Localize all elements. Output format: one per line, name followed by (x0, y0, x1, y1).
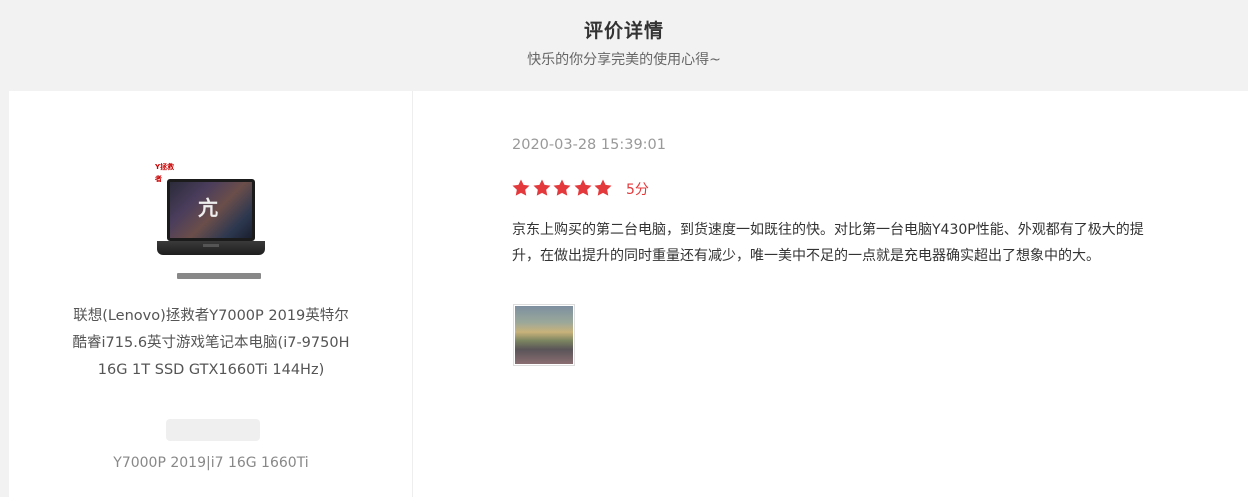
review-date: 2020-03-28 15:39:01 (512, 137, 666, 153)
page-header: 评价详情 快乐的你分享完美的使用心得~ (0, 0, 1248, 91)
product-spec: Y7000P 2019|i7 16G 1660Ti (113, 455, 309, 471)
rating-stars (511, 178, 614, 198)
review-text: 京东上购买的第二台电脑，到货速度一如既往的快。对比第一台电脑Y430P性能、外观… (512, 222, 1144, 264)
review-card: Y拯救者 亢 联想(Lenovo)拯救者Y7000P 2019英特尔酷睿i715… (9, 91, 1248, 497)
laptop-base (157, 241, 265, 255)
product-panel: Y拯救者 亢 联想(Lenovo)拯救者Y7000P 2019英特尔酷睿i715… (9, 91, 413, 497)
review-panel: 2020-03-28 15:39:01 5分 京东上购买的第二台电脑，到货速度一… (414, 91, 1248, 497)
star-icon (533, 179, 550, 196)
review-photo-image (515, 306, 573, 364)
product-name-link[interactable]: 联想(Lenovo)拯救者Y7000P 2019英特尔酷睿i715.6英寸游戏笔… (71, 303, 351, 384)
screen-glyph: 亢 (198, 196, 218, 220)
review-photo-thumbnail[interactable] (513, 304, 575, 366)
image-caption-bar (177, 273, 261, 279)
rating-score: 5分 (626, 182, 649, 198)
blurred-spec-chip (166, 419, 260, 441)
brand-logo: Y拯救者 (155, 163, 175, 183)
page-subtitle: 快乐的你分享完美的使用心得~ (527, 52, 721, 68)
star-icon (553, 179, 571, 196)
star-icon (594, 179, 612, 196)
product-image[interactable]: Y拯救者 亢 (149, 159, 271, 287)
page-title: 评价详情 (583, 20, 664, 42)
star-icon (574, 179, 591, 196)
laptop-screen: 亢 (167, 179, 255, 241)
star-icon (512, 179, 530, 196)
